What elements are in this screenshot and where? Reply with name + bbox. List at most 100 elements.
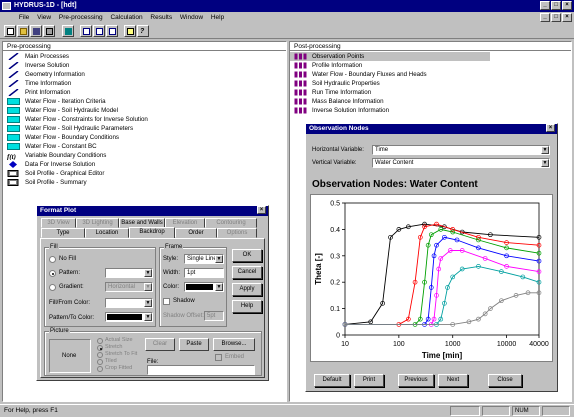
preprocessing-item[interactable]: Water Flow - Soil Hydraulic Model xyxy=(3,106,283,115)
cancel-button[interactable]: Cancel xyxy=(232,266,262,279)
preprocessing-item[interactable]: f(t) Variable Boundary Conditions xyxy=(3,151,283,161)
menu-results[interactable]: Results xyxy=(147,12,175,23)
gradient-radio[interactable] xyxy=(49,284,56,291)
tab-order[interactable]: Order xyxy=(175,228,217,238)
ok-button[interactable]: OK xyxy=(232,249,262,262)
preprocessing-item[interactable]: Print Information xyxy=(3,88,283,97)
tab-3d-lighting[interactable]: 3D Lighting xyxy=(76,218,119,228)
close-icon[interactable]: × xyxy=(562,1,572,10)
preprocessing-item[interactable]: Water Flow - Constraints for Inverse Sol… xyxy=(3,115,283,124)
table-icon xyxy=(7,107,20,114)
postprocessing-item[interactable]: Run Time Information xyxy=(290,88,490,97)
menu-preprocessing[interactable]: Pre-processing xyxy=(56,12,106,23)
tab-location[interactable]: Location xyxy=(85,228,129,238)
horizontal-variable-select[interactable]: Time ▼ xyxy=(372,145,550,155)
cascade-icon[interactable] xyxy=(106,25,118,37)
tile-horizontal-icon[interactable] xyxy=(80,25,92,37)
chevron-down-icon[interactable]: ▼ xyxy=(541,159,549,167)
preprocessing-item[interactable]: Water Flow - Iteration Criteria xyxy=(3,97,283,106)
postprocessing-item[interactable]: Profile Information xyxy=(290,61,490,70)
style-select[interactable]: Single Line ▼ xyxy=(184,254,224,264)
tile-vertical-icon[interactable] xyxy=(93,25,105,37)
pattern-radio[interactable] xyxy=(49,270,56,277)
menu-file[interactable]: File xyxy=(16,12,32,23)
preprocessing-item-label: Soil Profile - Summary xyxy=(25,179,87,186)
picture-option-radio[interactable] xyxy=(97,345,103,351)
tab-backdrop[interactable]: Backdrop xyxy=(129,227,175,238)
postprocessing-item-label: Soil Hydraulic Properties xyxy=(312,80,380,87)
apply-button[interactable]: Apply xyxy=(232,283,262,296)
postprocessing-item[interactable]: Soil Hydraulic Properties xyxy=(290,79,490,88)
preprocessing-item[interactable]: Soil Profile - Summary xyxy=(3,178,283,187)
width-input[interactable]: 1pt xyxy=(184,268,224,278)
preprocessing-item[interactable]: Water Flow - Constant BC xyxy=(3,142,283,151)
picture-option-radio[interactable] xyxy=(97,352,103,358)
save-icon[interactable] xyxy=(30,25,42,37)
fill-from-color-select[interactable]: ▼ xyxy=(105,298,153,308)
vertical-variable-select[interactable]: Water Content ▼ xyxy=(372,158,550,168)
print-icon[interactable] xyxy=(43,25,55,37)
print-button[interactable]: Print xyxy=(354,374,384,387)
preprocessing-item[interactable]: Inverse Solution xyxy=(3,61,283,70)
preprocessing-item[interactable]: Time Information xyxy=(3,79,283,88)
menu-view[interactable]: View xyxy=(34,12,54,23)
chevron-down-icon[interactable]: ▼ xyxy=(215,283,223,291)
preprocessing-item[interactable]: Main Processes xyxy=(3,52,283,61)
color-select[interactable]: ▼ xyxy=(184,282,224,292)
open-icon[interactable] xyxy=(17,25,29,37)
picture-option-radio[interactable] xyxy=(97,338,103,344)
doc-minimize-icon[interactable]: _ xyxy=(540,13,550,22)
menu-calculation[interactable]: Calculation xyxy=(107,12,145,23)
chevron-down-icon[interactable]: ▼ xyxy=(215,255,223,263)
maximize-icon[interactable]: □ xyxy=(551,1,561,10)
tab-type[interactable]: Type xyxy=(41,228,85,238)
series-line xyxy=(345,236,540,325)
menu-window[interactable]: Window xyxy=(177,12,206,23)
preprocessing-item[interactable]: Soil Profile - Graphical Editor xyxy=(3,169,283,178)
preprocessing-item[interactable]: Water Flow - Soil Hydraulic Parameters xyxy=(3,124,283,133)
chevron-down-icon[interactable]: ▼ xyxy=(144,269,152,277)
picture-option-radio[interactable] xyxy=(97,366,103,372)
doc-close-icon[interactable]: × xyxy=(562,13,572,22)
help-button[interactable]: Help xyxy=(232,300,262,313)
shadow-offset-input[interactable]: 5pt xyxy=(204,311,224,321)
postprocessing-item[interactable]: Water Flow - Boundary Fluxes and Heads xyxy=(290,70,490,79)
menu-help[interactable]: Help xyxy=(208,12,227,23)
tab-options[interactable]: Options xyxy=(217,228,257,238)
help-icon[interactable]: ? xyxy=(137,25,149,37)
pattern-select[interactable]: ▼ xyxy=(105,268,153,278)
format-plot-close-icon[interactable]: × xyxy=(257,206,266,214)
no-fill-radio[interactable] xyxy=(49,256,56,263)
chevron-down-icon[interactable]: ▼ xyxy=(144,299,152,307)
preprocessing-item[interactable]: Water Flow - Boundary Conditions xyxy=(3,133,283,142)
about-icon[interactable] xyxy=(124,25,136,37)
run-icon[interactable] xyxy=(62,25,74,37)
postprocessing-item[interactable]: Mass Balance Information xyxy=(290,97,490,106)
new-icon[interactable] xyxy=(4,25,16,37)
minimize-icon[interactable]: _ xyxy=(540,1,550,10)
doc-restore-icon[interactable]: □ xyxy=(551,13,561,22)
picture-option-radio[interactable] xyxy=(97,359,103,365)
next-button[interactable]: Next xyxy=(438,374,468,387)
preprocessing-item[interactable]: Geometry Information xyxy=(3,70,283,79)
default-button[interactable]: Default xyxy=(314,374,350,387)
tab-3d-view[interactable]: 3D View xyxy=(41,218,76,228)
embed-checkbox[interactable] xyxy=(215,354,222,361)
file-input[interactable] xyxy=(147,365,255,375)
observation-close-icon[interactable]: × xyxy=(546,124,555,132)
chevron-down-icon[interactable]: ▼ xyxy=(144,313,152,321)
chevron-down-icon[interactable]: ▼ xyxy=(541,146,549,154)
chevron-down-icon[interactable]: ▼ xyxy=(144,283,152,291)
shadow-checkbox[interactable] xyxy=(163,298,170,305)
clear-button[interactable]: Clear xyxy=(145,338,175,351)
gradient-select[interactable]: Horizontal ▼ xyxy=(105,282,153,292)
preprocessing-item[interactable]: Data For Inverse Solution xyxy=(3,160,283,169)
paste-button[interactable]: Paste xyxy=(179,338,209,351)
close-button[interactable]: Close xyxy=(488,374,522,387)
postprocessing-item[interactable]: Inverse Solution Information xyxy=(290,106,490,115)
browse-button[interactable]: Browse... xyxy=(213,338,255,351)
tab-contouring[interactable]: Contouring xyxy=(205,218,257,228)
previous-button[interactable]: Previous xyxy=(398,374,434,387)
postprocessing-item[interactable]: Observation Points xyxy=(290,52,490,61)
pattern-to-color-select[interactable]: ▼ xyxy=(105,312,153,322)
